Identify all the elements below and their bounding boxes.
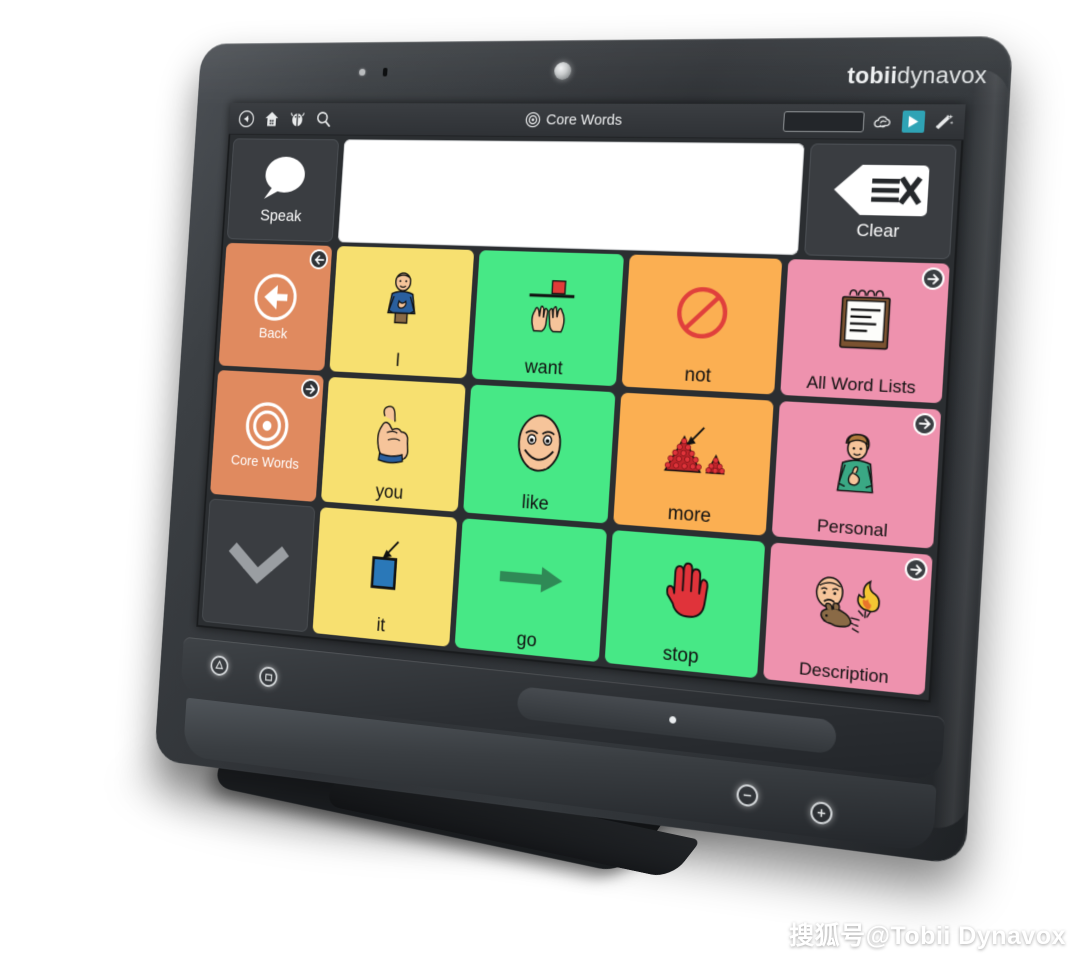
speak-label: Speak bbox=[259, 206, 302, 226]
power-button[interactable] bbox=[209, 654, 229, 677]
right-arrow-icon bbox=[926, 272, 940, 285]
cell-label: Description bbox=[798, 658, 890, 688]
cell-label: stop bbox=[662, 643, 700, 669]
right-arrow-icon bbox=[918, 417, 932, 431]
cell-stop[interactable]: stop bbox=[604, 530, 766, 679]
search-icon[interactable] bbox=[314, 109, 333, 128]
forward-badge-icon bbox=[912, 412, 937, 436]
cell-like[interactable]: like bbox=[463, 384, 616, 524]
magic-wand-icon[interactable] bbox=[933, 111, 956, 132]
cell-grid: I want not All Word Lists you like more … bbox=[312, 246, 950, 696]
screen: Core Words Speak Clear Back Core Words I… bbox=[196, 102, 966, 703]
tobii-dynavox-device: tobiidynavox Core Words Speak Clear Back… bbox=[154, 36, 1014, 866]
cell-not[interactable]: not bbox=[621, 254, 783, 395]
indicator-dot-icon bbox=[669, 715, 677, 724]
back-badge-icon bbox=[309, 249, 329, 270]
play-button[interactable] bbox=[901, 110, 926, 133]
front-camera-icon bbox=[553, 62, 572, 80]
cell-label: it bbox=[375, 615, 386, 637]
volume-down-button[interactable] bbox=[735, 783, 759, 808]
watermark: 搜狐号@Tobii Dynavox bbox=[789, 922, 1066, 950]
play-icon bbox=[908, 115, 919, 128]
main-area: Back Core Words I want not All Word List… bbox=[201, 242, 950, 696]
face-fire-rabbit-icon bbox=[767, 546, 931, 672]
cell-label: want bbox=[524, 356, 564, 380]
message-input[interactable] bbox=[337, 139, 805, 256]
forward-badge-icon bbox=[904, 557, 929, 582]
person-pointing-self-icon bbox=[333, 249, 473, 354]
clear-button[interactable]: Clear bbox=[804, 143, 957, 260]
message-bar-row: Speak Clear bbox=[226, 138, 957, 260]
app-toolbar: Core Words bbox=[228, 102, 966, 141]
page-title-text: Core Words bbox=[545, 111, 623, 129]
hands-reaching-block-icon bbox=[475, 253, 622, 361]
cell-label: not bbox=[683, 363, 712, 387]
cell-personal[interactable]: Personal bbox=[771, 400, 942, 549]
cell-i[interactable]: I bbox=[329, 246, 475, 379]
speech-bubble-icon bbox=[263, 156, 306, 200]
home-icon[interactable] bbox=[263, 109, 281, 128]
cell-want[interactable]: want bbox=[471, 250, 625, 386]
nav-label-back: Back bbox=[258, 325, 288, 343]
scene: tobiidynavox Core Words Speak Clear Back… bbox=[0, 0, 1080, 972]
notepad-icon bbox=[784, 262, 948, 379]
right-arrow-icon bbox=[458, 522, 605, 638]
light-sensor-icon bbox=[358, 68, 366, 76]
cell-label: like bbox=[521, 492, 550, 516]
nav-column: Back Core Words bbox=[201, 242, 333, 633]
ir-sensor-icon bbox=[382, 67, 388, 77]
nav-button-scroll-down[interactable] bbox=[201, 498, 316, 633]
pile-of-berries-icon bbox=[617, 395, 772, 511]
cell-label: I bbox=[394, 350, 401, 371]
cell-label: more bbox=[667, 502, 712, 528]
toolbar-text-field[interactable] bbox=[782, 110, 865, 132]
minus-icon bbox=[743, 794, 752, 797]
nav-button-back[interactable]: Back bbox=[218, 242, 333, 372]
smiling-face-icon bbox=[466, 387, 613, 499]
toolbar-left-group bbox=[229, 109, 332, 128]
nav-button-core-words[interactable]: Core Words bbox=[210, 370, 324, 502]
person-thumb-chest-icon bbox=[775, 404, 939, 526]
nav-label-core-words: Core Words bbox=[230, 452, 300, 474]
cell-description[interactable]: Description bbox=[763, 542, 933, 696]
forward-badge-icon bbox=[921, 267, 946, 291]
cell-more[interactable]: more bbox=[613, 392, 774, 537]
pointing-hand-icon bbox=[324, 380, 464, 489]
speak-button[interactable]: Speak bbox=[226, 138, 340, 243]
cell-label: you bbox=[375, 481, 404, 505]
volume-up-button[interactable] bbox=[809, 800, 834, 826]
back-icon[interactable] bbox=[237, 109, 255, 128]
target-icon bbox=[242, 398, 293, 454]
bug-icon[interactable] bbox=[288, 109, 306, 128]
cell-all-word-lists[interactable]: All Word Lists bbox=[780, 259, 950, 403]
cell-you[interactable]: you bbox=[320, 376, 466, 513]
power-icon bbox=[214, 660, 224, 671]
right-arrow-icon bbox=[909, 563, 923, 577]
chevron-down-icon bbox=[225, 539, 291, 588]
left-arrow-icon bbox=[313, 253, 324, 265]
right-arrow-icon bbox=[305, 383, 316, 395]
forward-badge-icon bbox=[300, 378, 321, 400]
cloud-sync-icon[interactable] bbox=[872, 111, 894, 132]
cell-it[interactable]: it bbox=[312, 507, 458, 647]
square-icon bbox=[264, 672, 273, 683]
plus-icon bbox=[817, 809, 826, 818]
cell-label: Personal bbox=[816, 515, 889, 542]
toolbar-right-group bbox=[782, 110, 965, 133]
home-button[interactable] bbox=[258, 665, 278, 688]
cell-go[interactable]: go bbox=[454, 518, 607, 663]
circle-left-arrow-icon bbox=[250, 270, 301, 325]
cell-label: go bbox=[516, 628, 538, 652]
target-icon bbox=[524, 111, 541, 128]
clear-tag-icon bbox=[832, 163, 933, 216]
cell-label: All Word Lists bbox=[805, 372, 917, 398]
blue-square-arrow-icon bbox=[316, 510, 456, 623]
page-title: Core Words bbox=[229, 110, 965, 131]
